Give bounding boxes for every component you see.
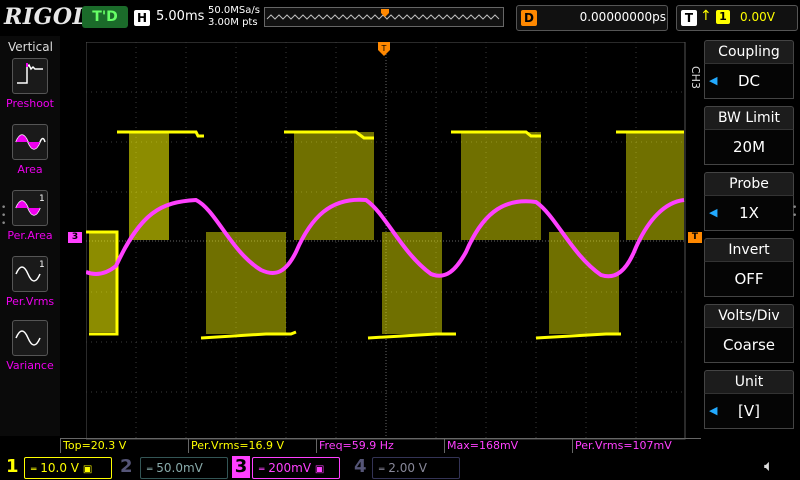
left-arrow-icon: ◀ — [709, 206, 718, 219]
right-menu-page-dots[interactable]: • • — [792, 204, 797, 221]
channel-menu-label: CH3 — [689, 66, 702, 89]
rising-edge-icon: ↑ — [700, 8, 712, 24]
ch2-number[interactable]: 2 — [120, 456, 133, 478]
dc-coupling-icon: ═ — [259, 465, 265, 475]
probe-title: Probe — [704, 172, 794, 195]
volts-div-title: Volts/Div — [704, 304, 794, 327]
unit-menu[interactable]: Unit ◀ [V] — [704, 370, 794, 429]
speaker-muted-icon[interactable]: 🔈︎ — [764, 456, 786, 476]
ch2-scale-box[interactable]: ═ 50.0mV — [140, 457, 228, 479]
bw-limit-title: BW Limit — [704, 106, 794, 129]
left-menu-page-dots[interactable]: • • • — [1, 204, 6, 229]
bw-limit-value[interactable]: 20M — [704, 129, 794, 165]
ch3-number[interactable]: 3 — [232, 456, 250, 478]
measure-per-vrms[interactable]: 1 Per.Vrms — [6, 256, 54, 308]
ch3-offset-marker[interactable]: 3 — [68, 232, 82, 243]
ch1-waveform — [86, 130, 684, 340]
sample-rate: 50.0MSa/s — [208, 5, 260, 16]
coupling-title: Coupling — [704, 40, 794, 63]
preshoot-icon — [12, 58, 48, 94]
variance-icon — [12, 320, 48, 356]
measure-per-area[interactable]: 1 Per.Area — [7, 190, 53, 242]
trigger-source: 1 — [716, 10, 730, 24]
timebase-value[interactable]: 5.00ms — [156, 9, 204, 24]
ch1-scale-box[interactable]: ═ 10.0 V ▣ — [24, 457, 112, 479]
unit-value[interactable]: ◀ [V] — [704, 393, 794, 429]
trigger-level[interactable]: 0.00V — [740, 10, 775, 24]
coupling-menu[interactable]: Coupling ◀ DC — [704, 40, 794, 99]
dc-coupling-icon: ═ — [147, 465, 153, 475]
per-area-label: Per.Area — [7, 229, 53, 242]
measurement-freq[interactable]: Freq=59.9 Hz — [316, 438, 445, 453]
delay-value[interactable]: 0.00000000ps — [540, 6, 672, 28]
ch1-number[interactable]: 1 — [6, 456, 19, 478]
memory-position-strip[interactable] — [264, 7, 504, 27]
measure-area[interactable]: Area — [8, 124, 52, 176]
left-arrow-icon: ◀ — [709, 404, 718, 417]
ch1-scale: 10.0 V — [40, 461, 79, 475]
dc-coupling-icon: ═ — [379, 465, 385, 475]
variance-label: Variance — [6, 359, 54, 372]
left-arrow-icon: ◀ — [709, 74, 718, 87]
measure-preshoot[interactable]: Preshoot — [6, 58, 54, 110]
measurement-per-vrms-ch3[interactable]: Per.Vrms=107mV — [572, 438, 701, 453]
probe-value[interactable]: ◀ 1X — [704, 195, 794, 231]
acquisition-info: 50.0MSa/s 3.00M pts — [208, 5, 260, 29]
area-label: Area — [17, 163, 43, 176]
trigger-top-marker[interactable]: T — [378, 42, 390, 56]
per-vrms-label: Per.Vrms — [5, 295, 55, 308]
measure-variance[interactable]: Variance — [6, 320, 54, 372]
trigger-status[interactable]: T'D — [82, 6, 128, 28]
brand-logo: RIGOL — [4, 4, 89, 30]
per-area-icon: 1 — [12, 190, 48, 226]
coupling-value[interactable]: ◀ DC — [704, 63, 794, 99]
svg-text:T: T — [381, 44, 387, 53]
volts-div-value[interactable]: Coarse — [704, 327, 794, 363]
per-vrms-icon: 1 — [12, 256, 48, 292]
horizontal-tag: H — [134, 10, 150, 26]
measurement-max[interactable]: Max=168mV — [444, 438, 573, 453]
dc-coupling-icon: ═ — [31, 465, 37, 475]
measurement-top[interactable]: Top=20.3 V — [60, 438, 189, 453]
waveform-display[interactable]: T — [86, 42, 686, 440]
measurement-per-vrms-ch1[interactable]: Per.Vrms=16.9 V — [188, 438, 317, 453]
delay-tag: D — [521, 10, 537, 26]
ch3-scale: 200mV — [268, 461, 312, 475]
invert-value[interactable]: OFF — [704, 261, 794, 297]
trigger-level-marker[interactable]: T — [688, 232, 702, 243]
invert-title: Invert — [704, 238, 794, 261]
volts-div-menu[interactable]: Volts/Div Coarse — [704, 304, 794, 363]
trigger-tag: T — [681, 10, 697, 26]
ch4-scale: 2.00 V — [388, 461, 427, 475]
svg-text:1: 1 — [39, 194, 45, 204]
bw-limit-menu[interactable]: BW Limit 20M — [704, 106, 794, 165]
ch2-scale: 50.0mV — [156, 461, 203, 475]
ch3-scale-box[interactable]: ═ 200mV ▣ — [252, 457, 340, 479]
ch4-number[interactable]: 4 — [354, 456, 367, 478]
memory-depth: 3.00M pts — [208, 17, 258, 28]
probe-menu[interactable]: Probe ◀ 1X — [704, 172, 794, 231]
svg-text:1: 1 — [39, 260, 45, 270]
preshoot-label: Preshoot — [6, 97, 54, 110]
invert-menu[interactable]: Invert OFF — [704, 238, 794, 297]
bw-limit-icon: ▣ — [82, 464, 93, 475]
memory-waveform-overview — [266, 9, 500, 20]
left-menu-title: Vertical — [8, 40, 53, 54]
bw-limit-icon: ▣ — [314, 464, 325, 475]
ch4-scale-box[interactable]: ═ 2.00 V — [372, 457, 460, 479]
unit-title: Unit — [704, 370, 794, 393]
area-icon — [12, 124, 48, 160]
